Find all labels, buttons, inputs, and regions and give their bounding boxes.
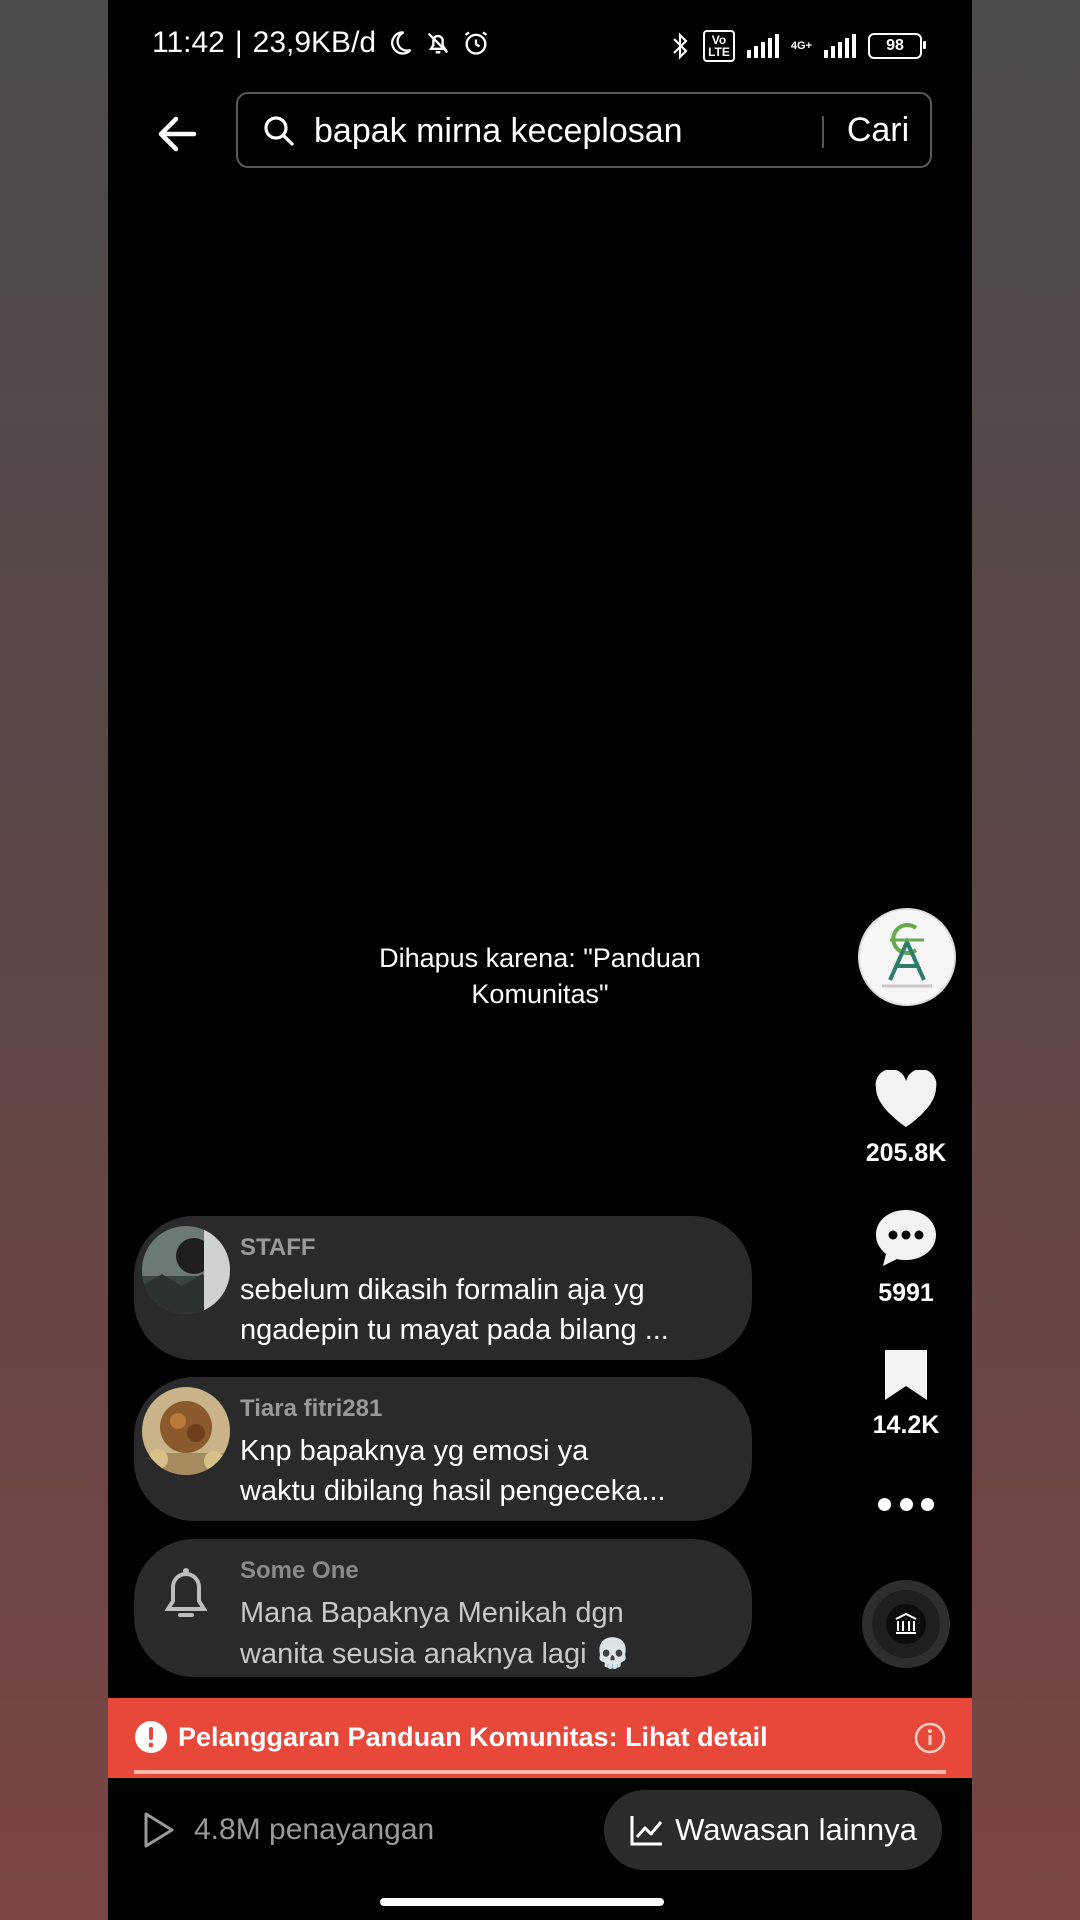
battery-level: 98 [886, 37, 904, 54]
home-indicator[interactable] [380, 1898, 664, 1906]
comment-bubble[interactable]: STAFF sebelum dikasih formalin aja yg ng… [134, 1216, 752, 1360]
bookmark-count: 14.2K [872, 1411, 940, 1439]
comment-text-line-2: waktu dibilang hasil pengeceka... [240, 1475, 666, 1507]
search-icon [264, 116, 294, 146]
comment-action[interactable]: 5991 [844, 1206, 968, 1308]
insights-label: Wawasan lainnya [675, 1812, 917, 1847]
comment-text-line-1: Knp bapaknya yg emosi ya [240, 1435, 589, 1467]
creator-avatar[interactable] [858, 908, 956, 1006]
sound-disc-inner [886, 1604, 926, 1644]
video-progress-bar[interactable] [134, 1770, 946, 1774]
signal-bars-2-icon [824, 34, 856, 58]
bookmark-icon [885, 1350, 927, 1400]
comment-count: 5991 [878, 1279, 934, 1307]
bell-icon [164, 1568, 208, 1617]
alert-icon [135, 1721, 167, 1753]
search-divider [822, 116, 824, 148]
phone-screen: 11:42 | 23,9KB/d Vo LTE 4G+ 98 bapak mirn… [108, 0, 972, 1920]
play-icon [144, 1812, 174, 1848]
heart-icon [875, 1069, 937, 1127]
alarm-icon [464, 31, 488, 55]
comment-avatar [142, 1549, 230, 1637]
comment-bubble-icon [876, 1210, 936, 1266]
violation-banner[interactable]: Pelanggaran Panduan Komunitas: Lihat det… [108, 1698, 972, 1778]
music-disc-icon [895, 1612, 917, 1634]
insights-button[interactable]: Wawasan lainnya [604, 1790, 942, 1870]
comment-avatar [142, 1226, 230, 1314]
network-type: 4G+ [790, 39, 812, 52]
status-right: Vo LTE 4G+ 98 [669, 30, 926, 62]
moon-icon [391, 31, 412, 55]
volte-icon: Vo LTE [703, 30, 735, 62]
bookmark-action[interactable]: 14.2K [844, 1346, 968, 1440]
status-time: 11:42 [152, 26, 225, 59]
signal-bars-1-icon [746, 34, 779, 58]
comment-username: Tiara fitri281 [240, 1395, 383, 1422]
status-bar: 11:42 | 23,9KB/d Vo LTE 4G+ 98 [108, 0, 972, 90]
comment-bubble[interactable]: Tiara fitri281 Knp bapaknya yg emosi ya … [134, 1377, 752, 1521]
comment-username: STAFF [240, 1234, 316, 1261]
comment-username: Some One [240, 1557, 359, 1584]
like-action[interactable]: 205.8K [844, 1069, 968, 1168]
comment-text-line-1: sebelum dikasih formalin aja yg [240, 1274, 645, 1306]
battery-icon: 98 [868, 33, 926, 59]
comment-bubble[interactable]: Some One Mana Bapaknya Menikah dgn wanit… [134, 1539, 752, 1677]
info-icon[interactable] [914, 1722, 946, 1754]
status-left: 11:42 | 23,9KB/d [152, 26, 490, 60]
chart-line-icon [630, 1816, 663, 1846]
comment-avatar [142, 1387, 230, 1475]
like-count: 205.8K [865, 1139, 947, 1167]
search-input[interactable]: bapak mirna keceplosan [314, 112, 683, 151]
comment-text-line-2: ngadepin tu mayat pada bilang ... [240, 1314, 669, 1346]
more-options-icon[interactable] [878, 1488, 934, 1520]
sound-disc[interactable] [862, 1580, 950, 1668]
back-arrow-icon[interactable] [148, 104, 208, 164]
bell-off-icon [427, 32, 449, 54]
comment-text-line-1: Mana Bapaknya Menikah dgn [240, 1597, 624, 1629]
violation-text: Pelanggaran Panduan Komunitas: Lihat det… [178, 1722, 768, 1752]
search-button[interactable]: Cari [838, 111, 918, 151]
comment-text-line-2: wanita seusia anaknya lagi 💀 [240, 1638, 631, 1670]
bluetooth-icon [673, 32, 688, 60]
removed-notice: Dihapus karena: "Panduan Komunitas" [379, 943, 701, 1009]
status-net-speed: 23,9KB/d [252, 26, 377, 59]
video-progress-fill [134, 1770, 946, 1774]
views-info: 4.8M penayangan [140, 1810, 434, 1850]
search-bar[interactable]: bapak mirna keceplosan Cari [236, 92, 932, 168]
creator-logo-icon [860, 910, 954, 1004]
status-separator: | [234, 26, 243, 59]
views-count: 4.8M penayangan [194, 1813, 435, 1846]
